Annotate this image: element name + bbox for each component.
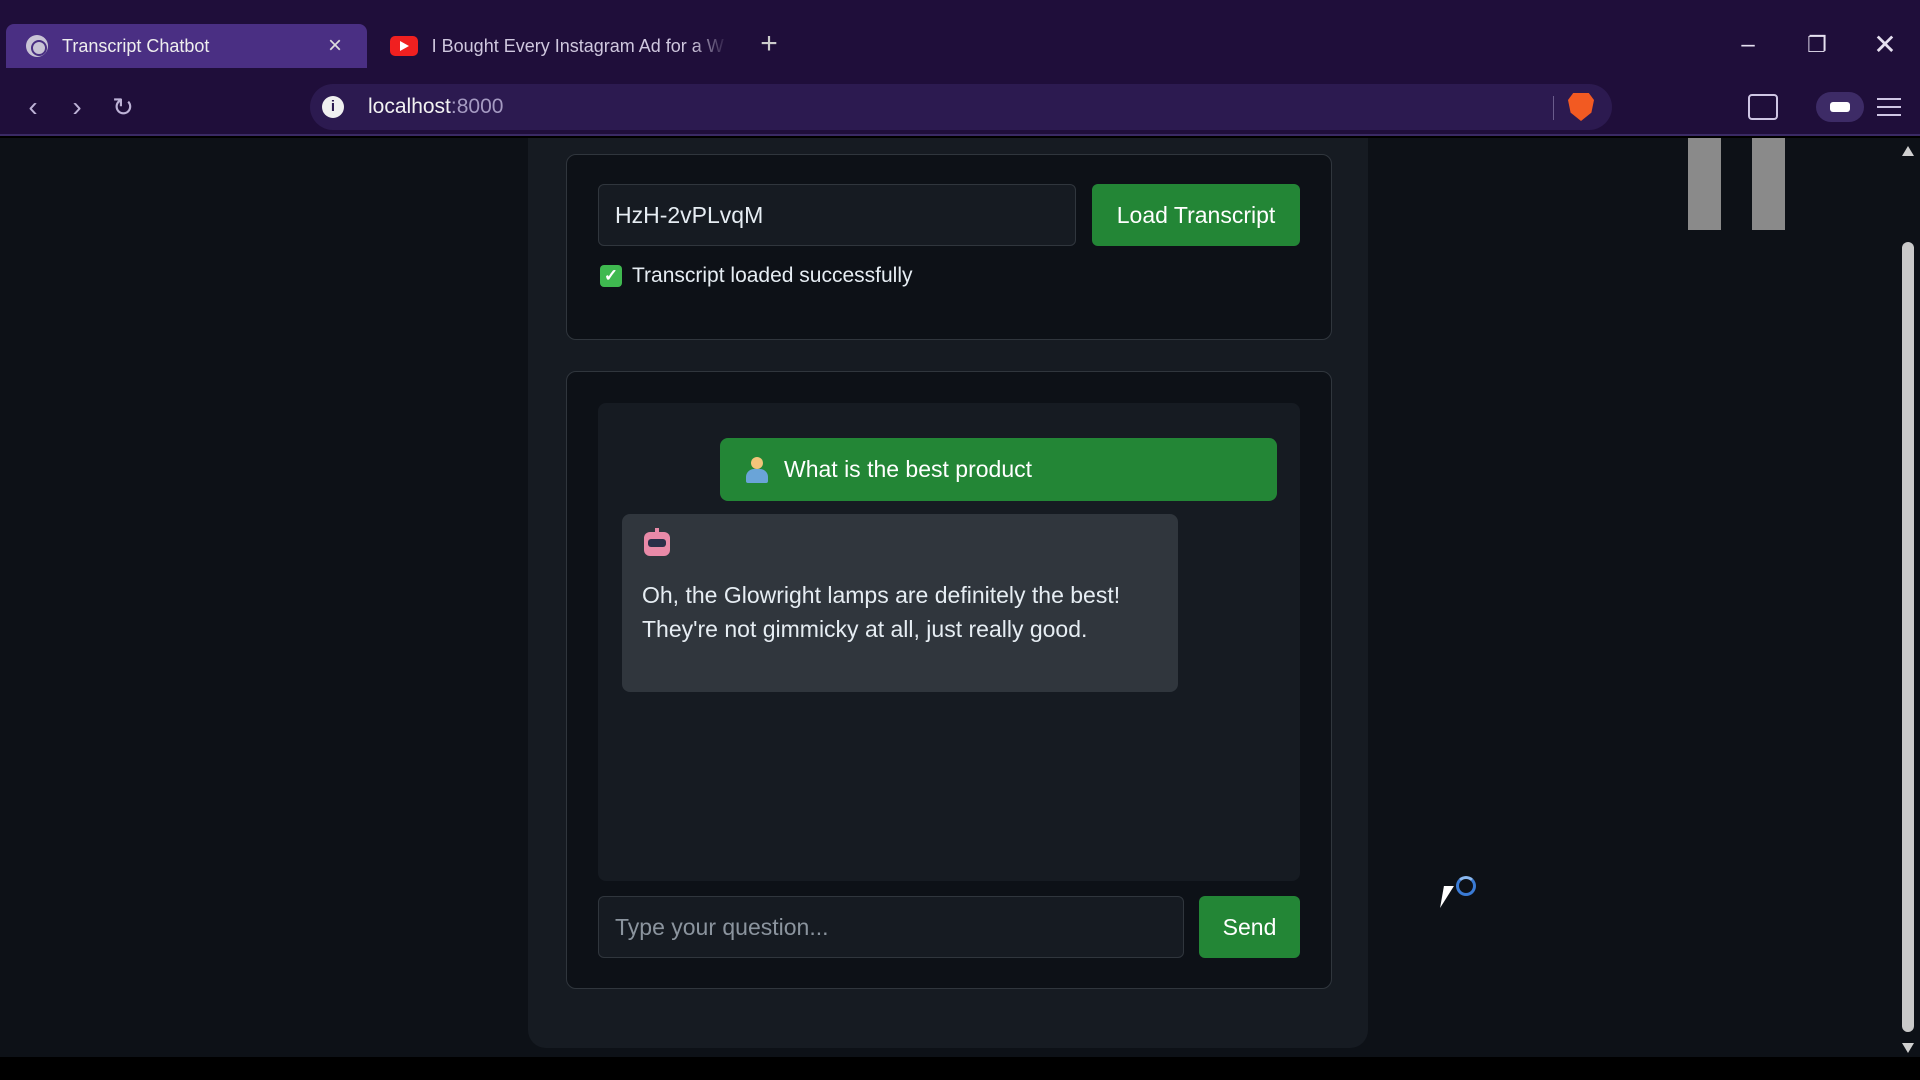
loading-spinner-icon bbox=[1456, 876, 1476, 896]
send-button[interactable]: Send bbox=[1199, 896, 1300, 958]
scroll-thumb[interactable] bbox=[1902, 242, 1914, 1032]
check-icon: ✓ bbox=[600, 265, 622, 287]
page-scrollbar[interactable] bbox=[1896, 138, 1920, 1057]
load-status: ✓ Transcript loaded successfully bbox=[600, 264, 913, 288]
reload-icon[interactable]: ↻ bbox=[106, 90, 140, 124]
brave-wallet-icon[interactable] bbox=[1816, 92, 1864, 122]
close-tab-icon[interactable]: × bbox=[323, 34, 347, 58]
site-info-icon[interactable]: i bbox=[322, 96, 344, 118]
address-bar[interactable]: i localhost :8000 bbox=[310, 84, 1612, 130]
new-tab-button[interactable]: + bbox=[755, 29, 783, 59]
tab-search-icon[interactable] bbox=[1748, 94, 1778, 120]
back-icon[interactable]: ‹ bbox=[16, 90, 50, 124]
minimize-icon[interactable]: – bbox=[1733, 30, 1763, 60]
page-viewport: Load Transcript ✓ Transcript loaded succ… bbox=[0, 138, 1896, 1057]
user-icon bbox=[744, 456, 770, 483]
globe-icon bbox=[26, 35, 48, 57]
user-message: What is the best product bbox=[720, 438, 1277, 501]
address-host: localhost bbox=[368, 95, 451, 118]
question-input[interactable] bbox=[598, 896, 1184, 958]
tab-transcript-chatbot[interactable]: Transcript Chatbot × bbox=[6, 24, 367, 68]
transcript-loader-card bbox=[566, 154, 1332, 340]
address-separator bbox=[1553, 96, 1554, 120]
video-id-input[interactable] bbox=[598, 184, 1076, 246]
bot-message-text: Oh, the Glowright lamps are definitely t… bbox=[642, 582, 1121, 642]
load-transcript-button[interactable]: Load Transcript bbox=[1092, 184, 1300, 246]
tab-title: Transcript Chatbot bbox=[62, 35, 210, 56]
scroll-down-icon[interactable] bbox=[1902, 1043, 1914, 1053]
screen-bottom-strip bbox=[0, 1057, 1920, 1080]
tab-youtube-video[interactable]: I Bought Every Instagram Ad for a W bbox=[378, 24, 728, 68]
user-message-text: What is the best product bbox=[784, 456, 1033, 482]
youtube-icon bbox=[390, 36, 418, 56]
scroll-up-icon[interactable] bbox=[1902, 146, 1914, 156]
address-port: :8000 bbox=[450, 95, 504, 118]
status-text: Transcript loaded successfully bbox=[632, 264, 913, 287]
menu-icon[interactable] bbox=[1874, 90, 1904, 124]
brave-shields-icon[interactable] bbox=[1568, 93, 1594, 121]
robot-icon bbox=[644, 528, 670, 556]
bot-message: Oh, the Glowright lamps are definitely t… bbox=[622, 514, 1178, 692]
pause-bar-left bbox=[1688, 138, 1721, 230]
restore-icon[interactable]: ❐ bbox=[1802, 30, 1832, 60]
tab-title: I Bought Every Instagram Ad for a W bbox=[431, 35, 724, 56]
pause-bar-right bbox=[1752, 138, 1785, 230]
browser-titlebar: Transcript Chatbot × I Bought Every Inst… bbox=[0, 0, 1920, 76]
close-window-icon[interactable]: ✕ bbox=[1870, 30, 1900, 60]
browser-toolbar: ‹ › ↻ i localhost :8000 bbox=[0, 76, 1920, 136]
forward-icon[interactable]: › bbox=[60, 90, 94, 124]
mouse-cursor-icon bbox=[1440, 886, 1454, 908]
